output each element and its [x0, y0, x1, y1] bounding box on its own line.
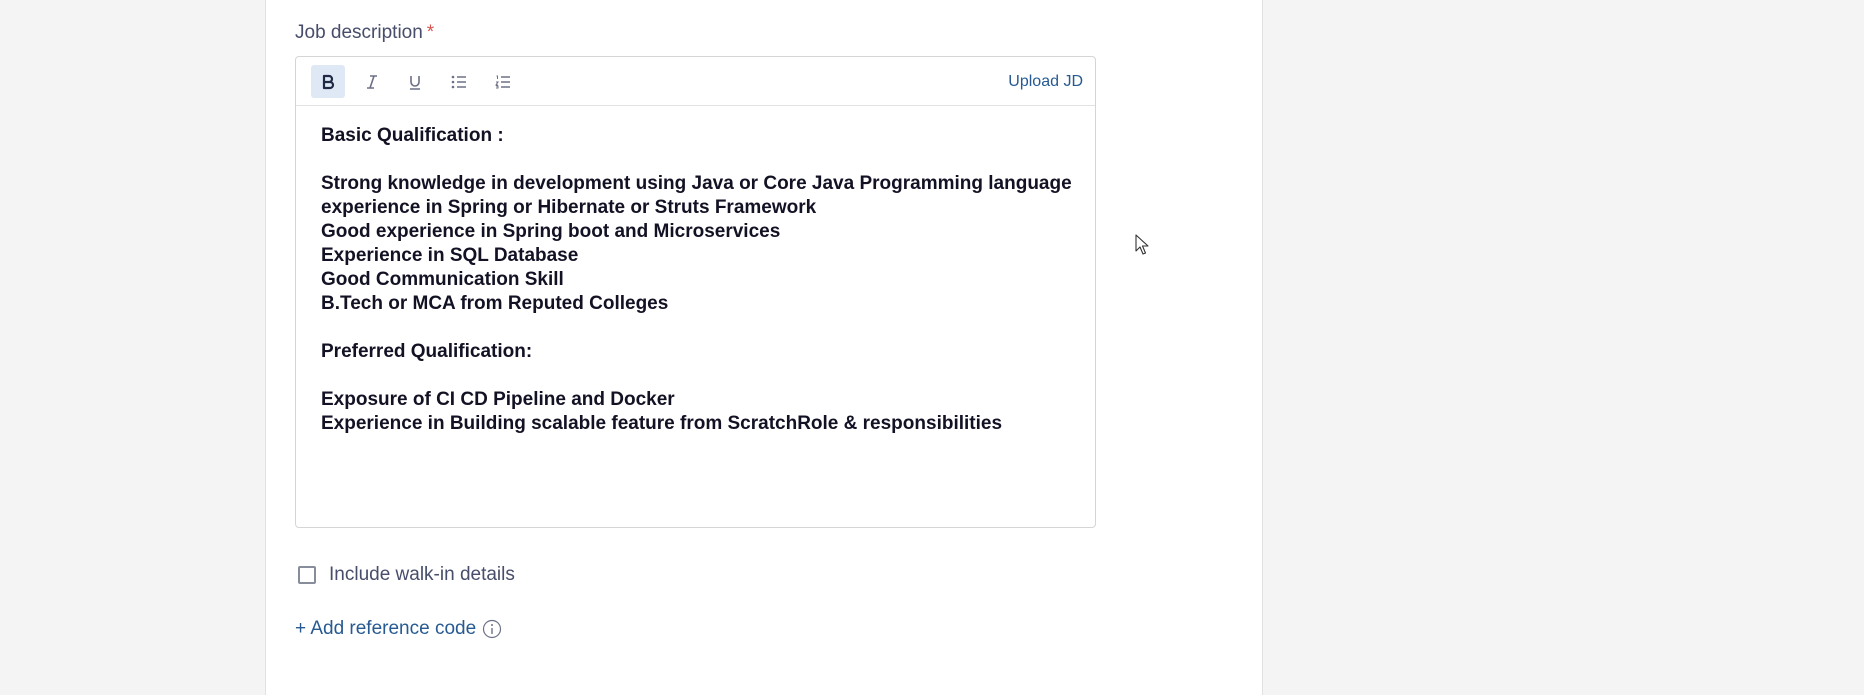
- content-line: Good experience in Spring boot and Micro…: [321, 221, 781, 242]
- bullet-list-icon: [451, 75, 467, 89]
- content-line: Strong knowledge in development using Ja…: [321, 173, 1072, 194]
- content-line: experience in Spring or Hibernate or Str…: [321, 197, 817, 218]
- numbered-list-icon: [495, 75, 511, 89]
- job-description-editor[interactable]: Upload JD Basic Qualification : Strong k…: [295, 56, 1096, 528]
- walkin-label: Include walk-in details: [329, 564, 515, 585]
- job-description-label: Job description *: [295, 22, 435, 43]
- content-line: [321, 316, 1070, 340]
- walkin-checkbox[interactable]: [298, 566, 316, 584]
- content-line: Basic Qualification :: [321, 125, 504, 146]
- walkin-option[interactable]: Include walk-in details: [298, 564, 515, 586]
- content-line: [321, 148, 1070, 172]
- info-icon[interactable]: [482, 619, 502, 639]
- editor-toolbar: Upload JD: [296, 57, 1095, 106]
- italic-button[interactable]: [355, 65, 389, 98]
- content-line: Preferred Qualification:: [321, 341, 533, 362]
- content-line: Good Communication Skill: [321, 269, 564, 290]
- content-line: Exposure of CI CD Pipeline and Docker: [321, 389, 675, 410]
- editor-content[interactable]: Basic Qualification : Strong knowledge i…: [296, 106, 1095, 436]
- underline-button[interactable]: [398, 65, 432, 98]
- bold-button[interactable]: [311, 65, 345, 98]
- bullet-list-button[interactable]: [442, 65, 476, 98]
- mouse-pointer-icon: [1135, 234, 1151, 261]
- italic-icon: [365, 74, 379, 90]
- add-reference-code-link[interactable]: + Add reference code: [295, 618, 476, 640]
- upload-jd-link[interactable]: Upload JD: [1008, 73, 1083, 91]
- content-line: Experience in SQL Database: [321, 245, 579, 266]
- required-marker: *: [426, 22, 435, 43]
- underline-icon: [408, 74, 422, 90]
- reference-code-row: + Add reference code: [295, 618, 502, 640]
- content-line: [321, 364, 1070, 388]
- content-line: B.Tech or MCA from Reputed Colleges: [321, 293, 669, 314]
- content-line: Experience in Building scalable feature …: [321, 413, 1003, 434]
- bold-icon: [321, 74, 335, 90]
- numbered-list-button[interactable]: [486, 65, 520, 98]
